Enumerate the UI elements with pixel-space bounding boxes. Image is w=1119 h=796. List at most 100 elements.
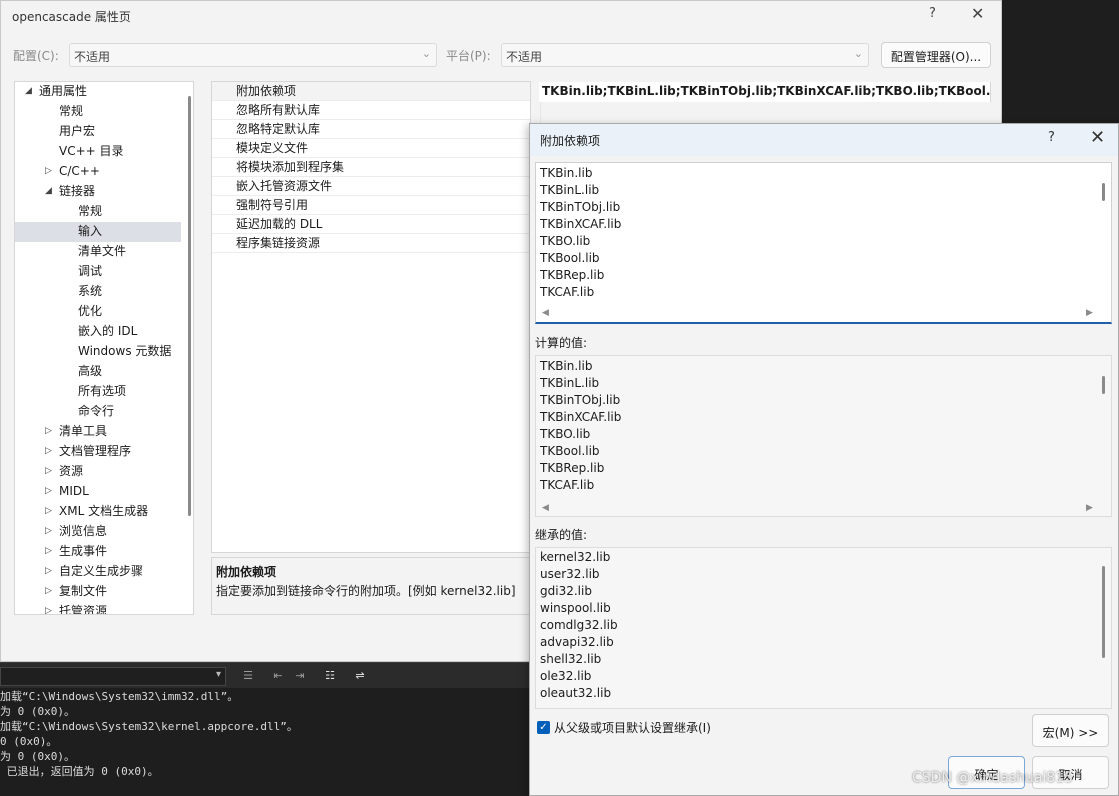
inherited-vscrollbar[interactable]: [1102, 566, 1105, 658]
property-row[interactable]: 嵌入托管资源文件: [212, 177, 530, 196]
tree-item-label: 自定义生成步骤: [59, 564, 144, 578]
property-row[interactable]: 程序集链接资源: [212, 234, 530, 253]
tree-item[interactable]: 调试: [15, 262, 181, 282]
tree-item[interactable]: ▷ C/C++: [15, 162, 181, 182]
config-manager-button[interactable]: 配置管理器(O)...: [881, 42, 991, 68]
collapse-arrow-icon[interactable]: ◢: [25, 82, 32, 101]
tree-item-label: 输入: [78, 224, 103, 238]
expand-arrow-icon[interactable]: ▷: [45, 482, 52, 501]
tree-item[interactable]: 常规: [15, 102, 181, 122]
inherit-checkbox[interactable]: ✓: [537, 721, 550, 734]
word-wrap-icon[interactable]: ⇌: [352, 668, 368, 684]
output-pane: 加载“C:\Windows\System32\imm32.dll”。为 0 (0…: [0, 688, 530, 796]
macro-button[interactable]: 宏(M) >>: [1032, 714, 1109, 747]
additional-dependencies-value[interactable]: TKBin.lib;TKBinL.lib;TKBinTObj.lib;TKBin…: [539, 82, 991, 102]
scroll-right-icon[interactable]: ▶: [1086, 308, 1093, 318]
expand-arrow-icon[interactable]: ▷: [45, 422, 52, 441]
align-left-icon[interactable]: ☰: [240, 668, 256, 684]
tree-item-label: 通用属性: [39, 84, 88, 98]
scroll-left-icon[interactable]: ◀: [542, 503, 549, 513]
popup-close-button[interactable]: ✕: [1090, 127, 1105, 148]
inherit-checkbox-label: 从父级或项目默认设置继承(I): [554, 721, 711, 735]
tree-item[interactable]: 常规: [15, 202, 181, 222]
watermark: CSDN @xindashuai815: [912, 770, 1074, 786]
property-row[interactable]: 忽略特定默认库: [212, 120, 530, 139]
tree-item[interactable]: 系统: [15, 282, 181, 302]
tree-item[interactable]: 高级: [15, 362, 181, 382]
output-line: 加载“C:\Windows\System32\kernel.appcore.dl…: [0, 720, 298, 733]
tree-item[interactable]: ▷ MIDL: [15, 482, 181, 502]
computed-values-box: ◀ ▶ TKBin.lib TKBinL.lib TKBinTObj.lib TKBi…: [535, 355, 1112, 517]
chevron-down-icon: ⌄: [853, 47, 863, 60]
tree-item[interactable]: Windows 元数据: [15, 342, 181, 362]
tree-item-label: C/C++: [59, 164, 100, 178]
config-select[interactable]: 不适用 ⌄: [69, 43, 437, 67]
tree-item[interactable]: ▷ 资源: [15, 462, 181, 482]
tree-item-label: 清单文件: [78, 244, 127, 258]
tree-item-label: 浏览信息: [59, 524, 108, 538]
property-row[interactable]: 附加依赖项: [212, 82, 530, 101]
clear-all-icon[interactable]: ☷: [322, 668, 338, 684]
lib-entry: TKBool.lib: [540, 251, 600, 265]
platform-select-value: 不适用: [506, 50, 543, 64]
expand-arrow-icon[interactable]: ▷: [45, 462, 52, 481]
tree-item-label: 高级: [78, 364, 103, 378]
expand-arrow-icon[interactable]: ▷: [45, 562, 52, 581]
tree-item[interactable]: ▷ XML 文档生成器: [15, 502, 181, 522]
scroll-right-icon[interactable]: ▶: [1086, 503, 1093, 513]
property-row[interactable]: 模块定义文件: [212, 139, 530, 158]
edit-vscrollbar[interactable]: [1102, 183, 1105, 201]
output-source-select[interactable]: ▾: [0, 667, 226, 686]
tree-item[interactable]: ▷ 复制文件: [15, 582, 181, 602]
tree-item-label: 文档管理程序: [59, 444, 132, 458]
expand-arrow-icon[interactable]: ▷: [45, 582, 52, 601]
property-row[interactable]: 忽略所有默认库: [212, 101, 530, 120]
close-button[interactable]: ✕: [971, 4, 984, 23]
tree-item[interactable]: 优化: [15, 302, 181, 322]
tree-item-label: 调试: [78, 264, 103, 278]
tree-item[interactable]: ◢ 链接器: [15, 182, 181, 202]
tree-item[interactable]: 输入: [15, 222, 181, 242]
next-message-icon[interactable]: ⇥: [292, 668, 308, 684]
dependencies-edit-box[interactable]: ◀ ▶ TKBin.lib TKBinL.lib TKBinTObj.lib TKBi…: [535, 162, 1112, 324]
tree-item[interactable]: ▷ 清单工具: [15, 422, 181, 442]
tree-item[interactable]: ▷ 自定义生成步骤: [15, 562, 181, 582]
expand-arrow-icon[interactable]: ▷: [45, 442, 52, 461]
popup-help-button[interactable]: ?: [1048, 130, 1055, 145]
expand-arrow-icon[interactable]: ▷: [45, 602, 52, 614]
computed-label: 计算的值:: [535, 336, 588, 350]
computed-vscrollbar[interactable]: [1102, 376, 1105, 394]
property-row[interactable]: 将模块添加到程序集: [212, 158, 530, 177]
lib-entry: user32.lib: [540, 567, 600, 581]
help-button[interactable]: ?: [929, 6, 936, 21]
expand-arrow-icon[interactable]: ▷: [45, 522, 52, 541]
scroll-left-icon[interactable]: ◀: [542, 308, 549, 318]
prev-message-icon[interactable]: ⇤: [270, 668, 286, 684]
tree-item[interactable]: ▷ 生成事件: [15, 542, 181, 562]
tree-item[interactable]: VC++ 目录: [15, 142, 181, 162]
tree-item[interactable]: ▷ 文档管理程序: [15, 442, 181, 462]
tree-item[interactable]: ▷ 浏览信息: [15, 522, 181, 542]
tree-item-label: 链接器: [59, 184, 96, 198]
tree-item[interactable]: 清单文件: [15, 242, 181, 262]
tree-scrollbar[interactable]: [188, 96, 191, 516]
tree-item-label: 系统: [78, 284, 103, 298]
tree-item[interactable]: 所有选项: [15, 382, 181, 402]
platform-select[interactable]: 不适用 ⌄: [501, 43, 869, 67]
inherited-values-box: kernel32.lib user32.lib gdi32.lib winspool.…: [535, 547, 1112, 709]
lib-entry: TKBinL.lib: [540, 183, 600, 197]
lib-entry: TKCAF.lib: [540, 478, 595, 492]
collapse-arrow-icon[interactable]: ◢: [45, 182, 52, 201]
tree-item[interactable]: 用户宏: [15, 122, 181, 142]
expand-arrow-icon[interactable]: ▷: [45, 502, 52, 521]
property-row[interactable]: 强制符号引用: [212, 196, 530, 215]
expand-arrow-icon[interactable]: ▷: [45, 542, 52, 561]
tree-item[interactable]: ◢ 通用属性: [15, 82, 181, 102]
tree-item-label: 命令行: [78, 404, 115, 418]
tree-item[interactable]: 嵌入的 IDL: [15, 322, 181, 342]
property-tree: ◢ 通用属性 常规 用户宏 VC++ 目录 ▷ C/C++ ◢ 链接器 常规 输入 清单文件 调试 系统优…: [14, 81, 194, 615]
tree-item[interactable]: 命令行: [15, 402, 181, 422]
tree-item[interactable]: ▷ 托管资源: [15, 602, 181, 614]
expand-arrow-icon[interactable]: ▷: [45, 162, 52, 181]
property-row[interactable]: 延迟加载的 DLL: [212, 215, 530, 234]
